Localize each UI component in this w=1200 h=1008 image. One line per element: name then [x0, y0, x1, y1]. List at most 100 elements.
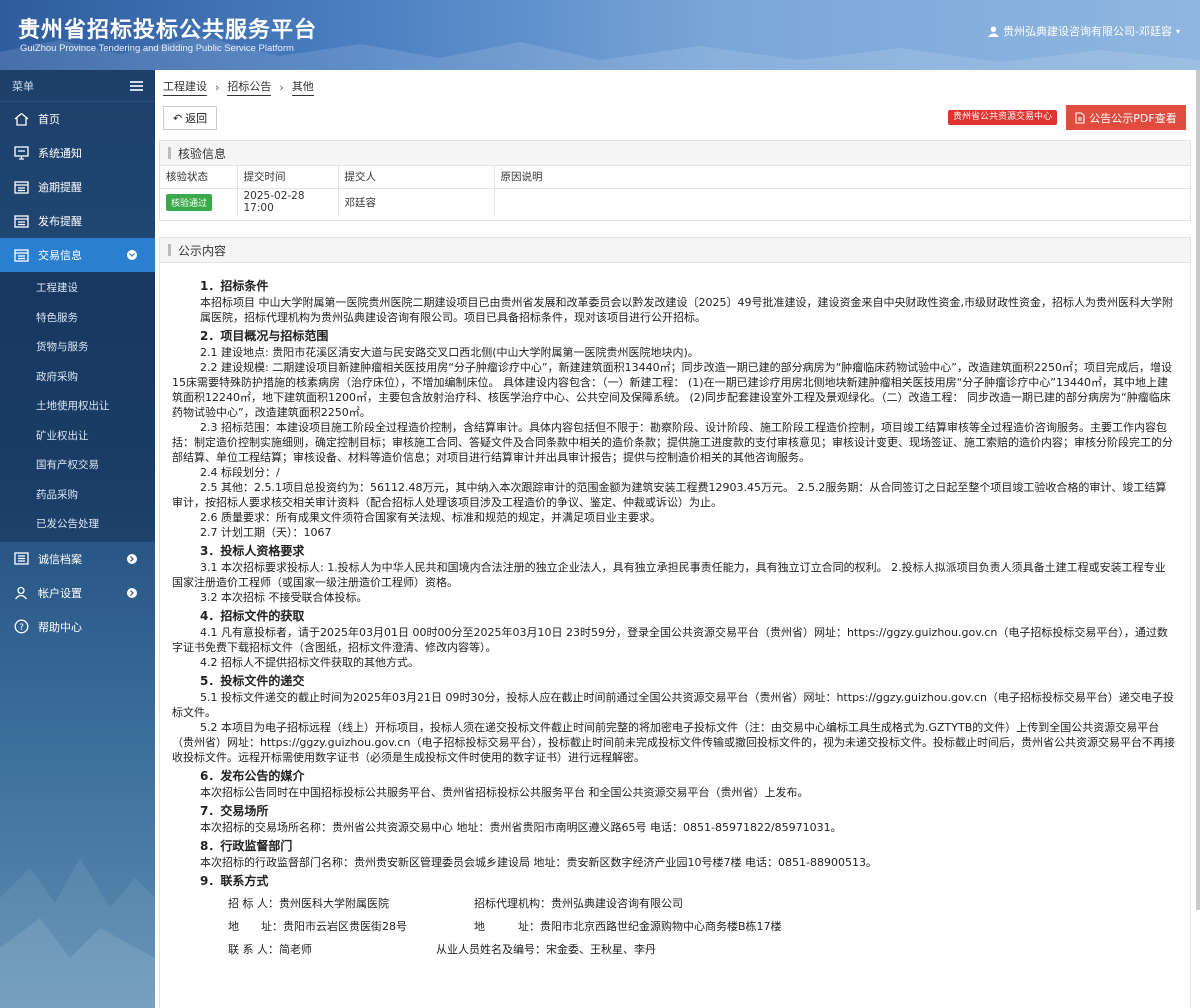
user-icon [12, 585, 30, 601]
content-panel-title: 公示内容 [178, 243, 227, 258]
submenu-item[interactable]: 药品采购 [0, 481, 155, 511]
paragraph: 本次招标的行政监督部门名称：贵州贵安新区管理委员会城乡建设局 地址：贵安新区数字… [200, 856, 877, 869]
contact-right: 招标代理机构：贵州弘典建设咨询有限公司 [474, 897, 683, 910]
table-header-row: 核验状态 提交时间 提交人 原因说明 [160, 166, 1190, 189]
back-button[interactable]: ↶ 返回 [163, 106, 217, 130]
notice-content-panel: 公示内容 1．招标条件 本招标项目 中山大学附属第一医院贵州医院二期建设项目已由… [159, 237, 1191, 1008]
submenu-item[interactable]: 已发公告处理 [0, 510, 155, 540]
svg-text:?: ? [19, 623, 24, 633]
column-header: 原因说明 [494, 166, 1190, 189]
top-header: 贵州省招标投标公共服务平台 GuiZhou Province Tendering… [0, 0, 1200, 70]
paragraph: 4.1 凡有意投标者，请于2025年03月01日 00时00分至2025年03月… [172, 626, 1168, 654]
person-cell: 邓廷容 [338, 188, 495, 216]
breadcrumb-item[interactable]: 招标公告 [227, 78, 272, 96]
submenu-item[interactable]: 货物与服务 [0, 333, 155, 363]
verify-panel: 核验信息 核验状态 提交时间 提交人 原因说明 核验通过 2025-02-28 … [159, 140, 1191, 221]
section-heading: 6．发布公告的媒介 [200, 769, 305, 783]
table-row: 核验通过 2025-02-28 17:00 邓廷容 [160, 188, 1190, 216]
contact-left: 联 系 人：简老师 [228, 943, 312, 956]
paragraph: 4.2 招标人不提供招标文件获取的其他方式。 [200, 656, 419, 669]
sidebar-item-label: 首页 [38, 113, 60, 126]
column-header: 核验状态 [160, 166, 238, 189]
paragraph: 本招标项目 中山大学附属第一医院贵州医院二期建设项目已由贵州省发展和改革委员会以… [200, 296, 1173, 324]
paragraph: 3.2 本次招标 不接受联合体投标。 [200, 591, 368, 604]
monitor-icon [12, 145, 30, 161]
contact-row: 地 址：贵阳市云岩区贵医街28号 地 址：贵阳市北京西路世纪金源购物中心商务楼B… [228, 915, 1176, 938]
section-heading: 8．行政监督部门 [200, 839, 293, 853]
reason-cell [494, 188, 1190, 216]
main-content: 工程建设 › 招标公告 › 其他 ↶ 返回 贵州省公共资源交易中心 公告公示PD… [155, 70, 1200, 1008]
paragraph: 本次招标公告同时在中国招标投标公共服务平台、贵州省招标投标公共服务平台 和全国公… [200, 786, 809, 799]
chevron-right-icon: › [215, 80, 220, 94]
sidebar-item-publish[interactable]: 发布提醒 [0, 204, 155, 238]
paragraph: 2.6 质量要求：所有成果文件须符合国家有关法规、标准和规范的规定，并满足项目业… [200, 511, 661, 524]
breadcrumb-item[interactable]: 其他 [291, 78, 314, 96]
pdf-button-label: 公告公示PDF查看 [1089, 111, 1177, 125]
submenu-item[interactable]: 工程建设 [0, 274, 155, 304]
breadcrumb-item[interactable]: 工程建设 [163, 78, 207, 96]
contact-row: 联 系 人：简老师 从业人员姓名及编号：宋金委、王秋星、李丹 [228, 938, 1176, 961]
sidebar-item-home[interactable]: 首页 [0, 102, 155, 136]
paragraph: 3.1 本次招标要求投标人: 1.投标人为中华人民共和国境内合法注册的独立企业法… [172, 561, 1166, 589]
paragraph: 2.4 标段划分：/ [200, 466, 280, 479]
source-tag: 贵州省公共资源交易中心 [948, 110, 1058, 125]
status-badge: 核验通过 [166, 193, 213, 211]
platform-title: 贵州省招标投标公共服务平台 [18, 18, 318, 43]
sidebar-item-notice[interactable]: 系统通知 [0, 136, 155, 170]
sidebar-item-label: 诚信档案 [38, 552, 82, 566]
list-icon [12, 213, 30, 229]
chevron-right-icon [127, 553, 137, 564]
paragraph: 2.1 建设地点: 贵阳市花溪区清安大道与民安路交叉口西北侧(中山大学附属第一医… [200, 346, 699, 359]
sidebar-item-label: 帮助中心 [38, 620, 82, 634]
section-heading: 3．投标人资格要求 [200, 544, 305, 558]
submenu-item[interactable]: 特色服务 [0, 304, 155, 334]
sidebar-item-trade[interactable]: 交易信息 [0, 238, 155, 272]
file-icon [1075, 111, 1085, 124]
column-header: 提交时间 [237, 166, 339, 189]
user-menu[interactable]: 贵州弘典建设咨询有限公司-邓廷容 ▾ [988, 23, 1180, 39]
breadcrumb: 工程建设 › 招标公告 › 其他 [163, 78, 314, 96]
section-heading: 4．招标文件的获取 [200, 609, 305, 623]
contact-right: 地 址：贵阳市北京西路世纪金源购物中心商务楼B栋17楼 [474, 920, 782, 933]
paragraph: 5.1 投标文件递交的截止时间为2025年03月21日 09时30分，投标人应在… [172, 691, 1174, 719]
content-panel-header: 公示内容 [160, 238, 1190, 263]
section-heading: 2．项目概况与招标范围 [200, 329, 329, 343]
sidebar-item-help[interactable]: ? 帮助中心 [0, 610, 155, 644]
pdf-view-button[interactable]: 公告公示PDF查看 [1066, 105, 1186, 130]
chevron-right-icon: › [279, 80, 284, 94]
section-heading: 5．投标文件的递交 [200, 674, 305, 688]
chevron-down-icon [127, 250, 137, 260]
paragraph: 2.3 招标范围：本建设项目施工阶段全过程造价控制，含结算审计。具体内容包括但不… [172, 421, 1173, 464]
menu-label: 菜单 [12, 79, 34, 93]
page-scrollbar[interactable] [1196, 70, 1200, 910]
sidebar-item-credit[interactable]: 诚信档案 [0, 542, 155, 576]
chevron-down-icon: ▾ [1175, 26, 1180, 36]
contact-right: 从业人员姓名及编号：宋金委、王秋星、李丹 [436, 943, 656, 956]
section-heading: 9．联系方式 [200, 874, 269, 888]
user-name: 贵州弘典建设咨询有限公司-邓廷容 [1003, 25, 1172, 38]
chevron-right-icon [127, 587, 137, 598]
submenu-item[interactable]: 政府采购 [0, 363, 155, 393]
verify-panel-header: 核验信息 [160, 141, 1190, 166]
sidebar-item-label: 逾期提醒 [38, 181, 82, 194]
paragraph: 本次招标的交易场所名称：贵州省公共资源交易中心 地址：贵州省贵阳市南明区遵义路6… [200, 821, 842, 834]
platform-subtitle: GuiZhou Province Tendering and Bidding P… [20, 43, 294, 54]
back-button-label: 返回 [185, 112, 208, 125]
paragraph: 5.2 本项目为电子招标远程（线上）开标项目，投标人须在递交投标文件截止时间前完… [172, 721, 1175, 764]
submenu-item[interactable]: 国有产权交易 [0, 451, 155, 481]
section-heading: 1．招标条件 [200, 279, 269, 293]
status-cell: 核验通过 [160, 188, 238, 216]
sidebar-item-overdue[interactable]: 逾期提醒 [0, 170, 155, 204]
submenu-item[interactable]: 矿业权出让 [0, 422, 155, 452]
sidebar-item-account[interactable]: 帐户设置 [0, 576, 155, 610]
paragraph: 2.5 其他：2.5.1项目总投资约为：56112.48万元，其中纳入本次跟踪审… [172, 481, 1167, 509]
paragraph: 2.2 建设规模: 二期建设项目新建肿瘤相关医技用房“分子肿瘤诊疗中心”，新建建… [172, 361, 1172, 419]
home-icon [12, 111, 30, 127]
submenu-item[interactable]: 土地使用权出让 [0, 392, 155, 422]
contact-left: 招 标 人：贵州医科大学附属医院 [228, 897, 389, 910]
column-header: 提交人 [338, 166, 495, 189]
sidebar-item-label: 系统通知 [38, 147, 82, 160]
time-cell: 2025-02-28 17:00 [237, 188, 339, 216]
hamburger-icon[interactable] [130, 80, 143, 91]
list-icon [12, 247, 30, 263]
